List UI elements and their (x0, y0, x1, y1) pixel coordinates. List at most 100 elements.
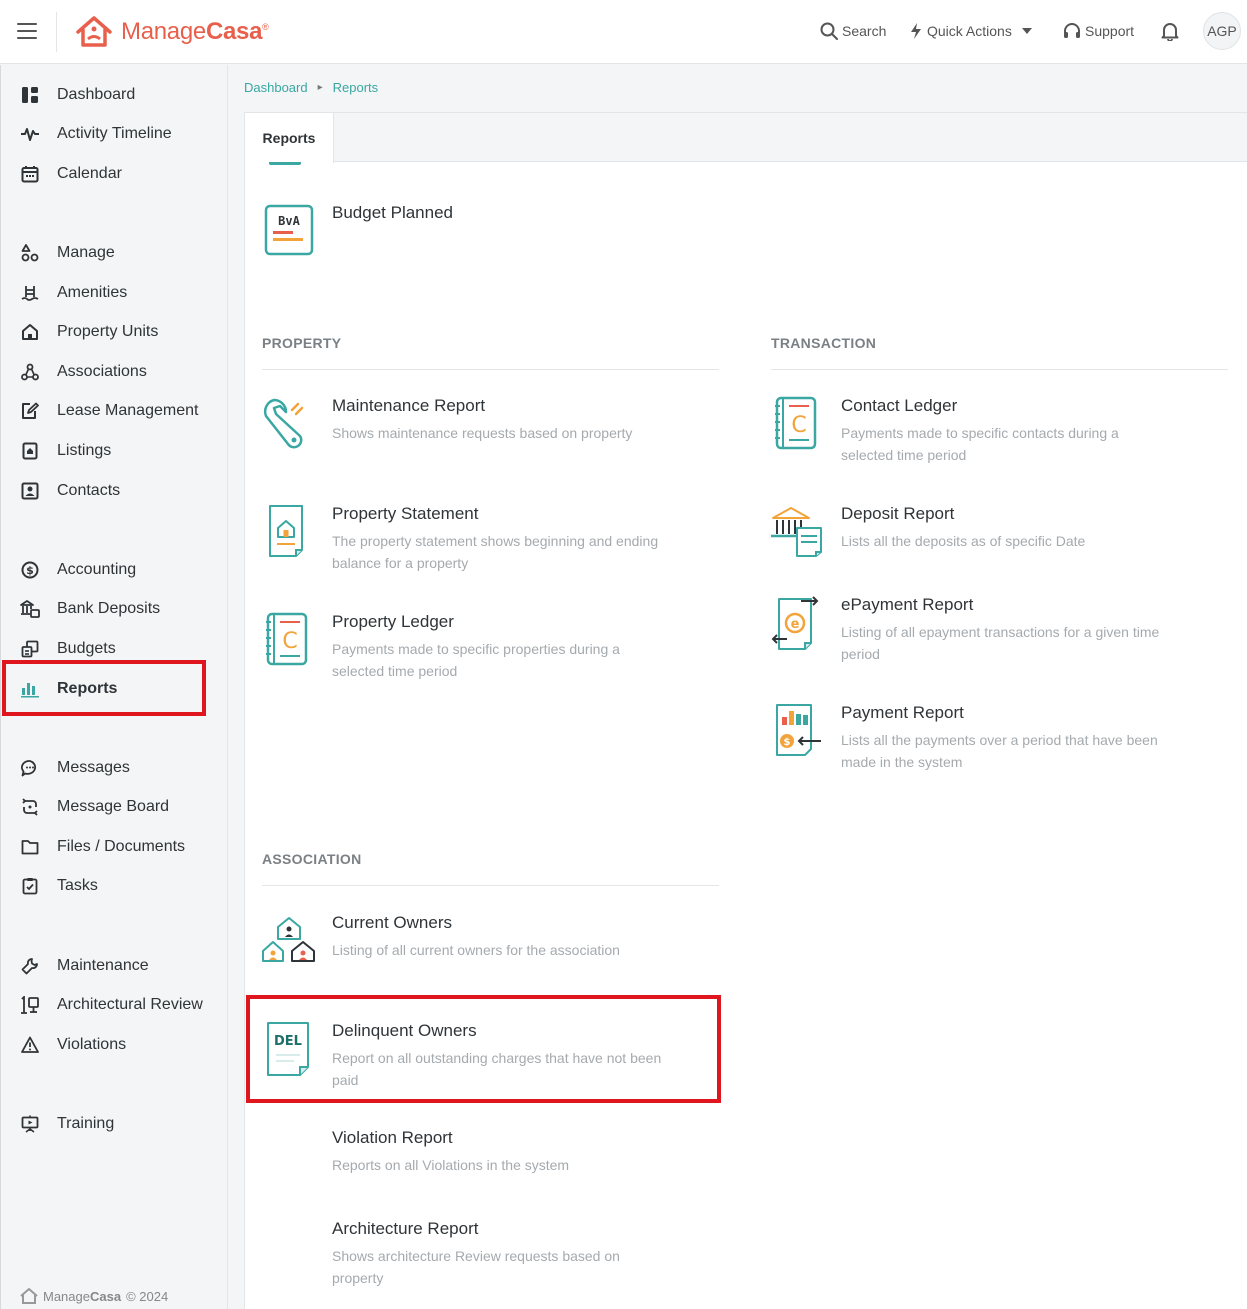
warning-icon (19, 1034, 41, 1056)
associations-icon (19, 361, 41, 383)
lightning-icon (911, 23, 921, 39)
amenities-icon (19, 282, 41, 304)
bell-icon (1161, 23, 1179, 41)
ledger-icon: C (775, 396, 817, 450)
sidebar-item-label: Files / Documents (57, 838, 186, 855)
report-description: Payments made to specific properties dur… (332, 641, 620, 679)
section-title-property: PROPERTY (262, 335, 342, 351)
sidebar-item-contacts[interactable]: Contacts (19, 476, 120, 506)
svg-text:C: C (791, 413, 806, 438)
breadcrumb-dashboard[interactable]: Dashboard (244, 80, 308, 95)
svg-text:$: $ (784, 737, 791, 748)
sidebar-item-amenities[interactable]: Amenities (19, 278, 127, 308)
svg-text:BvA: BvA (278, 214, 300, 228)
section-title-transaction: TRANSACTION (771, 335, 877, 351)
sidebar-item-reports[interactable]: Reports (19, 674, 117, 704)
sidebar-item-label: Listings (57, 442, 112, 459)
headset-icon (1064, 23, 1080, 38)
sidebar-item-label: Manage (57, 244, 115, 261)
folder-icon (19, 836, 41, 858)
sidebar-item-label: Amenities (57, 284, 128, 301)
sidebar-item-label: Dashboard (57, 86, 136, 103)
sidebar-item-label: Reports (57, 680, 118, 697)
logo[interactable]: ManageCasa® (75, 14, 269, 50)
sidebar-item-manage[interactable]: Manage (19, 238, 115, 268)
search-button[interactable]: Search (820, 20, 886, 42)
sidebar-item-associations[interactable]: Associations (19, 357, 147, 387)
sidebar-item-label: Messages (57, 759, 130, 776)
support-label: Support (1085, 23, 1135, 39)
sidebar-item-calendar[interactable]: Calendar (19, 159, 122, 189)
report-title: Violation Report (332, 1128, 453, 1147)
payment-report-icon: $ (776, 704, 821, 756)
sidebar-item-label: Accounting (57, 561, 137, 578)
sidebar-item-budgets[interactable]: Budgets (19, 634, 116, 664)
footer-brand: Manage (43, 1288, 90, 1304)
quick-actions-button[interactable]: Quick Actions (909, 20, 1036, 42)
sidebar: Dashboard Activity Timeline Calendar Man… (0, 65, 228, 1309)
tab-reports[interactable]: Reports (245, 113, 334, 163)
hamburger-menu-icon[interactable] (17, 23, 37, 39)
sidebar-item-dashboard[interactable]: Dashboard (19, 80, 135, 110)
report-title: ePayment Report (841, 595, 974, 614)
sidebar-item-violations[interactable]: Violations (19, 1030, 126, 1060)
sidebar-item-label: Lease Management (57, 402, 199, 419)
sidebar-item-accounting[interactable]: $ Accounting (19, 555, 136, 585)
sidebar-item-files-documents[interactable]: Files / Documents (19, 832, 185, 862)
sidebar-item-label: Contacts (57, 482, 121, 499)
message-board-icon (19, 796, 41, 818)
sidebar-item-messages[interactable]: Messages (19, 753, 130, 783)
report-title: Maintenance Report (332, 396, 486, 415)
sidebar-footer: Manage Casa © 2024 (19, 1287, 168, 1305)
section-divider (262, 369, 719, 370)
sidebar-item-activity-timeline[interactable]: Activity Timeline (19, 119, 172, 149)
sidebar-item-training[interactable]: Training (19, 1109, 114, 1139)
report-title: Property Ledger (332, 612, 454, 631)
avatar-initials: AGP (1207, 23, 1237, 39)
tasks-icon (19, 875, 41, 897)
report-description: The property statement shows beginning a… (332, 533, 659, 571)
sidebar-item-label: Associations (57, 363, 147, 380)
section-divider (771, 369, 1228, 370)
sidebar-item-message-board[interactable]: Message Board (19, 792, 169, 822)
footer-copyright: © 2024 (126, 1288, 169, 1304)
footer-brand-bold: Casa (89, 1288, 122, 1304)
svg-text:e: e (791, 617, 800, 632)
sidebar-item-tasks[interactable]: Tasks (19, 871, 98, 901)
section-title-association: ASSOCIATION (262, 851, 362, 867)
svg-text:C: C (282, 629, 297, 654)
report-title: Current Owners (332, 913, 452, 932)
top-divider (56, 12, 57, 52)
epayment-icon: e (771, 596, 819, 650)
sidebar-item-label: Tasks (57, 877, 98, 894)
report-title: Deposit Report (841, 504, 955, 523)
delinquent-document-icon: DEL (267, 1022, 309, 1076)
sidebar-item-label: Calendar (57, 165, 122, 182)
scroll-indicator (269, 162, 301, 165)
report-description: Listing of all current owners for the as… (332, 942, 620, 958)
svg-text:DEL: DEL (274, 1034, 302, 1049)
sidebar-item-label: Budgets (57, 640, 116, 657)
notifications-button[interactable] (1161, 20, 1183, 42)
sidebar-item-property-units[interactable]: Property Units (19, 317, 158, 347)
user-avatar[interactable]: AGP (1203, 12, 1241, 50)
sidebar-item-architectural-review[interactable]: Architectural Review (19, 990, 203, 1020)
sidebar-item-listings[interactable]: Listings (19, 436, 111, 466)
sidebar-item-label: Activity Timeline (57, 125, 172, 142)
svg-text:$: $ (26, 564, 34, 577)
sidebar-item-maintenance[interactable]: Maintenance (19, 951, 149, 981)
wrench-icon (19, 955, 41, 977)
bar-chart-icon (19, 678, 41, 700)
manage-icon (19, 242, 41, 264)
support-button[interactable]: Support (1063, 20, 1134, 42)
lease-icon (19, 400, 41, 422)
sidebar-item-lease-management[interactable]: Lease Management (19, 396, 198, 426)
listings-icon (19, 440, 41, 462)
sidebar-item-label: Training (57, 1115, 115, 1132)
report-description: Lists all the payments over a period tha… (841, 732, 1158, 770)
chat-icon (19, 757, 41, 779)
sidebar-item-label: Architectural Review (57, 996, 203, 1013)
sidebar-item-bank-deposits[interactable]: Bank Deposits (19, 594, 160, 624)
calendar-icon (19, 163, 41, 185)
breadcrumb-reports[interactable]: Reports (333, 80, 379, 95)
